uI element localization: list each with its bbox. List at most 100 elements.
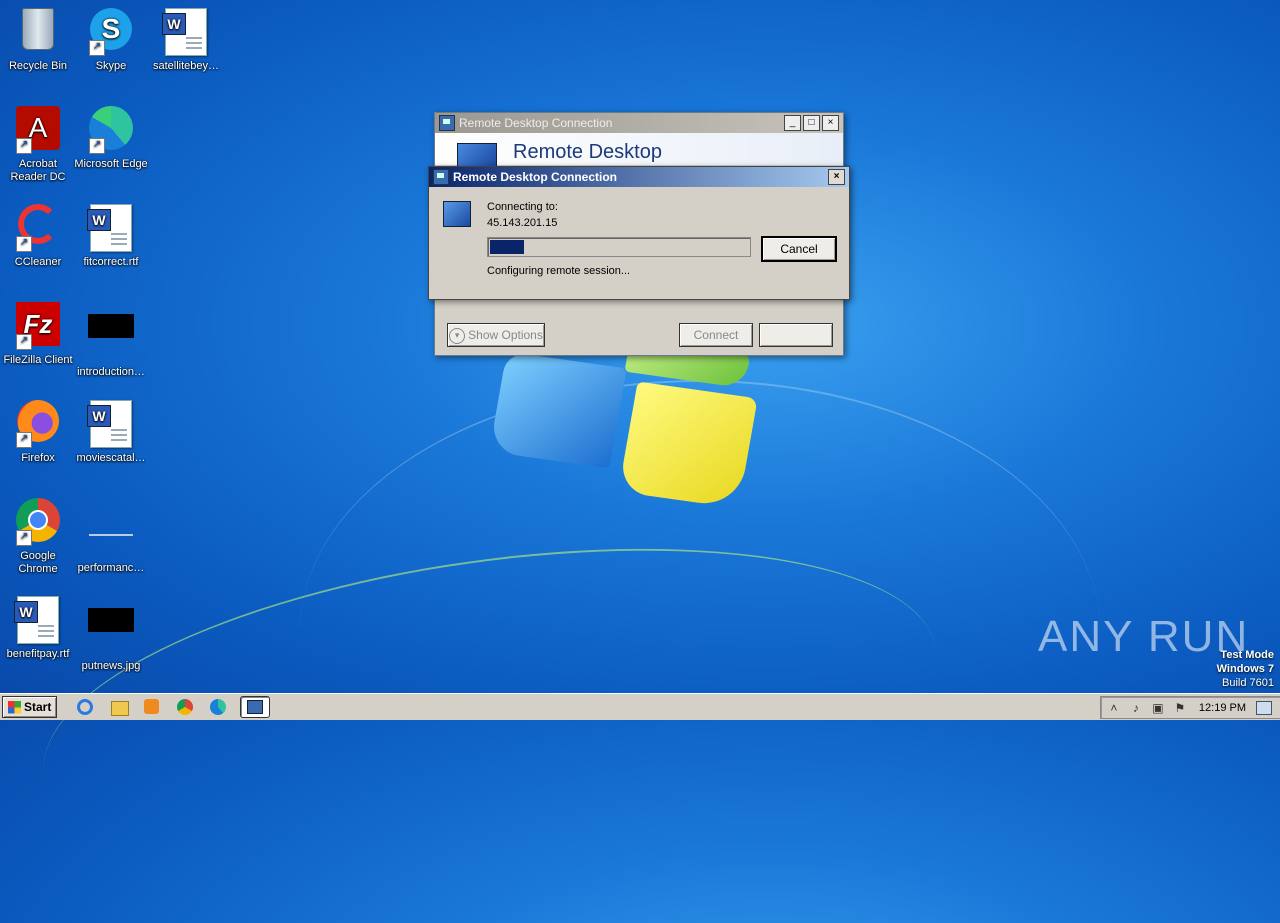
connecting-address: 45.143.201.15	[487, 217, 558, 229]
status-text: Configuring remote session...	[487, 265, 631, 277]
minimize-button[interactable]: _	[784, 115, 801, 131]
desktop-icon-label: putnews.jpg	[81, 660, 141, 672]
windows-version-line: Windows 7	[1216, 663, 1274, 675]
desktop-icon-benefitpay[interactable]: W benefitpay.rtf	[0, 596, 76, 661]
connecting-label: Connecting to:	[487, 201, 558, 213]
desktop-icon-label: Skype	[95, 60, 127, 72]
connection-progress-bar	[487, 237, 751, 257]
test-mode-line: Test Mode	[1220, 649, 1274, 661]
desktop-icon-firefox[interactable]: ↗ Firefox	[0, 400, 76, 465]
media-player-icon[interactable]	[141, 697, 163, 717]
show-desktop-icon[interactable]	[1256, 700, 1272, 715]
desktop-icon-label: fitcorrect.rtf	[83, 256, 139, 268]
desktop-icon-label: introduction…	[77, 366, 145, 378]
show-options-label: Show Options	[468, 328, 543, 342]
word-document-icon: W	[87, 400, 135, 448]
network-icon[interactable]: ▣	[1151, 701, 1165, 715]
acrobat-icon: A ↗	[14, 106, 62, 154]
desktop-icon-moviescatal[interactable]: W moviescatal…	[73, 400, 149, 465]
firefox-icon: ↗	[14, 400, 62, 448]
desktop-icon-edge[interactable]: ↗ Microsoft Edge	[73, 106, 149, 171]
desktop-icon-label: Firefox	[21, 452, 55, 464]
volume-icon[interactable]: ♪	[1129, 701, 1143, 715]
recycle-bin-icon	[14, 8, 62, 56]
shortcut-arrow-icon: ↗	[16, 432, 32, 448]
desktop-icon-ccleaner[interactable]: ↗ CCleaner	[0, 204, 76, 269]
desktop-icon-label: Microsoft Edge	[74, 158, 148, 170]
monitor-icon	[457, 143, 497, 167]
remote-desktop-icon	[439, 115, 455, 131]
maximize-button[interactable]: □	[803, 115, 820, 131]
build-line: Build 7601	[1222, 677, 1274, 689]
show-options-button[interactable]: ▾ Show Options	[447, 323, 545, 347]
desktop-icon-introduction[interactable]: introduction…	[73, 302, 149, 379]
blank-image-icon	[87, 510, 135, 558]
skype-icon: S ↗	[87, 8, 135, 56]
action-center-flag-icon[interactable]: ⚑	[1173, 701, 1187, 715]
connecting-dialog[interactable]: Remote Desktop Connection × Connecting t…	[428, 166, 850, 300]
rdc-main-titlebar[interactable]: Remote Desktop Connection _ □ ×	[435, 113, 843, 133]
word-document-icon: W	[14, 596, 62, 644]
desktop-icon-label: FileZilla Client	[3, 354, 73, 366]
close-button[interactable]: ×	[822, 115, 839, 131]
filezilla-icon: Fz ↗	[14, 302, 62, 350]
chrome-icon[interactable]	[174, 697, 196, 717]
close-button[interactable]: ×	[828, 169, 845, 185]
desktop-icon-skype[interactable]: S ↗ Skype	[73, 8, 149, 73]
rdc-banner: Remote Desktop	[435, 133, 843, 167]
shortcut-arrow-icon: ↗	[89, 138, 105, 154]
desktop-icon-performanc[interactable]: performanc…	[73, 498, 149, 575]
shortcut-arrow-icon: ↗	[89, 40, 105, 56]
start-button[interactable]: Start	[2, 696, 58, 718]
desktop-icon-recycle-bin[interactable]: Recycle Bin	[0, 8, 76, 73]
desktop-icon-label: benefitpay.rtf	[6, 648, 70, 660]
explorer-icon[interactable]	[108, 697, 130, 717]
shortcut-arrow-icon: ↗	[16, 530, 32, 546]
rdc-banner-title: Remote Desktop	[513, 141, 662, 163]
connecting-dialog-titlebar[interactable]: Remote Desktop Connection ×	[429, 167, 849, 187]
black-image-icon	[87, 314, 135, 362]
desktop-icon-label: Chrome	[18, 563, 58, 575]
edge-icon[interactable]	[207, 697, 229, 717]
show-hidden-icons-icon[interactable]: ˄	[1107, 701, 1121, 715]
desktop-icon-putnews[interactable]: putnews.jpg	[73, 596, 149, 673]
taskbar: Start ˄ ♪ ▣ ⚑ 12:19 PM	[0, 693, 1280, 720]
chevron-down-icon: ▾	[449, 327, 466, 344]
chrome-icon: ↗	[14, 498, 62, 546]
rdc-main-title: Remote Desktop Connection	[459, 116, 613, 130]
shortcut-arrow-icon: ↗	[16, 138, 32, 154]
remote-desktop-icon	[433, 169, 449, 185]
windows-flag-icon	[8, 700, 21, 714]
internet-explorer-icon[interactable]	[75, 697, 97, 717]
desktop-icon-label: satellitebey…	[152, 60, 220, 72]
test-mode-text: Test Mode Windows 7 Build 7601	[1217, 648, 1274, 690]
desktop-icon-label: CCleaner	[14, 256, 62, 268]
computer-network-icon	[443, 201, 471, 227]
connecting-dialog-title: Remote Desktop Connection	[453, 170, 618, 184]
desktop-icon-chrome[interactable]: ↗ Google Chrome	[0, 498, 76, 576]
system-tray: ˄ ♪ ▣ ⚑ 12:19 PM	[1099, 696, 1280, 719]
desktop-icon-label: Google	[20, 550, 56, 562]
desktop-icon-label: performanc…	[77, 562, 145, 574]
desktop-icon-label: moviescatal…	[76, 452, 146, 464]
edge-icon: ↗	[87, 106, 135, 154]
ccleaner-icon: ↗	[14, 204, 62, 252]
black-image-icon	[87, 608, 135, 656]
desktop-icon-label: Recycle Bin	[8, 60, 68, 72]
shortcut-arrow-icon: ↗	[16, 334, 32, 350]
word-document-icon: W	[87, 204, 135, 252]
shortcut-arrow-icon: ↗	[16, 236, 32, 252]
windows-logo	[478, 331, 778, 520]
cancel-button[interactable]: Cancel	[761, 236, 837, 262]
desktop-icon-satellitebey[interactable]: W satellitebey…	[148, 8, 224, 73]
connection-progress-fill	[490, 240, 524, 254]
desktop-icon-label: Reader DC	[10, 171, 66, 183]
connect-button[interactable]: Connect	[679, 323, 753, 347]
desktop-icon-fitcorrect[interactable]: W fitcorrect.rtf	[73, 204, 149, 269]
remote-desktop-icon[interactable]	[240, 696, 271, 718]
desktop-icon-acrobat[interactable]: A ↗ Acrobat Reader DC	[0, 106, 76, 184]
desktop-icon-filezilla[interactable]: Fz ↗ FileZilla Client	[0, 302, 76, 367]
clock[interactable]: 12:19 PM	[1199, 702, 1246, 714]
start-label: Start	[24, 700, 52, 714]
blank-button[interactable]	[759, 323, 833, 347]
